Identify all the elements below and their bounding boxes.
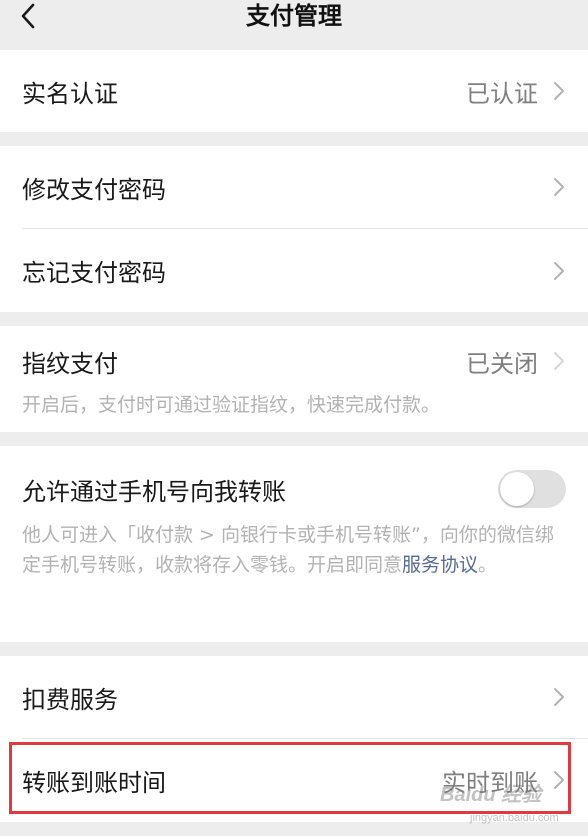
phone-transfer-label: 允许通过手机号向我转账 — [22, 477, 286, 506]
phone-transfer-description: 他人可进入「收付款 > 向银行卡或手机号转账”，向你的微信绑定手机号转账，收款将… — [22, 520, 558, 580]
divider — [22, 738, 588, 739]
change-password-label: 修改支付密码 — [22, 175, 166, 204]
phone-transfer-card: 允许通过手机号向我转账 他人可进入「收付款 > 向银行卡或手机号转账”，向你的微… — [0, 446, 588, 642]
watermark-url: jingyan.baidu.com — [470, 812, 559, 824]
toggle-knob — [500, 472, 534, 506]
navigation-bar: 支付管理 — [0, 0, 588, 48]
fingerprint-row[interactable]: 指纹支付 已关闭 — [0, 326, 588, 396]
fingerprint-status: 已关闭 — [466, 349, 538, 378]
fingerprint-label: 指纹支付 — [22, 349, 118, 378]
chevron-right-icon — [554, 688, 564, 706]
fingerprint-card: 指纹支付 已关闭 开启后，支付时可通过验证指纹，快速完成付款。 — [0, 326, 588, 432]
chevron-right-icon — [554, 352, 564, 370]
change-password-row[interactable]: 修改支付密码 — [0, 146, 588, 228]
chevron-right-icon — [554, 261, 564, 280]
phone-transfer-toggle[interactable] — [498, 470, 566, 508]
forgot-password-label: 忘记支付密码 — [22, 259, 166, 287]
service-agreement-link[interactable]: 服务协议 — [402, 554, 478, 576]
chevron-right-icon — [554, 82, 564, 100]
chevron-right-icon — [554, 178, 564, 196]
page-title: 支付管理 — [246, 2, 342, 30]
deduction-service-label: 扣费服务 — [22, 685, 118, 714]
realname-row[interactable]: 实名认证 已认证 — [0, 50, 588, 132]
realname-label: 实名认证 — [22, 79, 118, 108]
phone-transfer-description-end: 。 — [478, 554, 498, 576]
realname-card: 实名认证 已认证 — [0, 50, 588, 132]
fingerprint-description: 开启后，支付时可通过验证指纹，快速完成付款。 — [22, 394, 441, 416]
forgot-password-row[interactable]: 忘记支付密码 — [0, 229, 588, 312]
realname-status: 已认证 — [466, 79, 538, 108]
watermark: Baidu 经验 — [440, 784, 542, 806]
password-card: 修改支付密码 忘记支付密码 — [0, 146, 588, 312]
deduction-service-row[interactable]: 扣费服务 — [0, 656, 588, 738]
